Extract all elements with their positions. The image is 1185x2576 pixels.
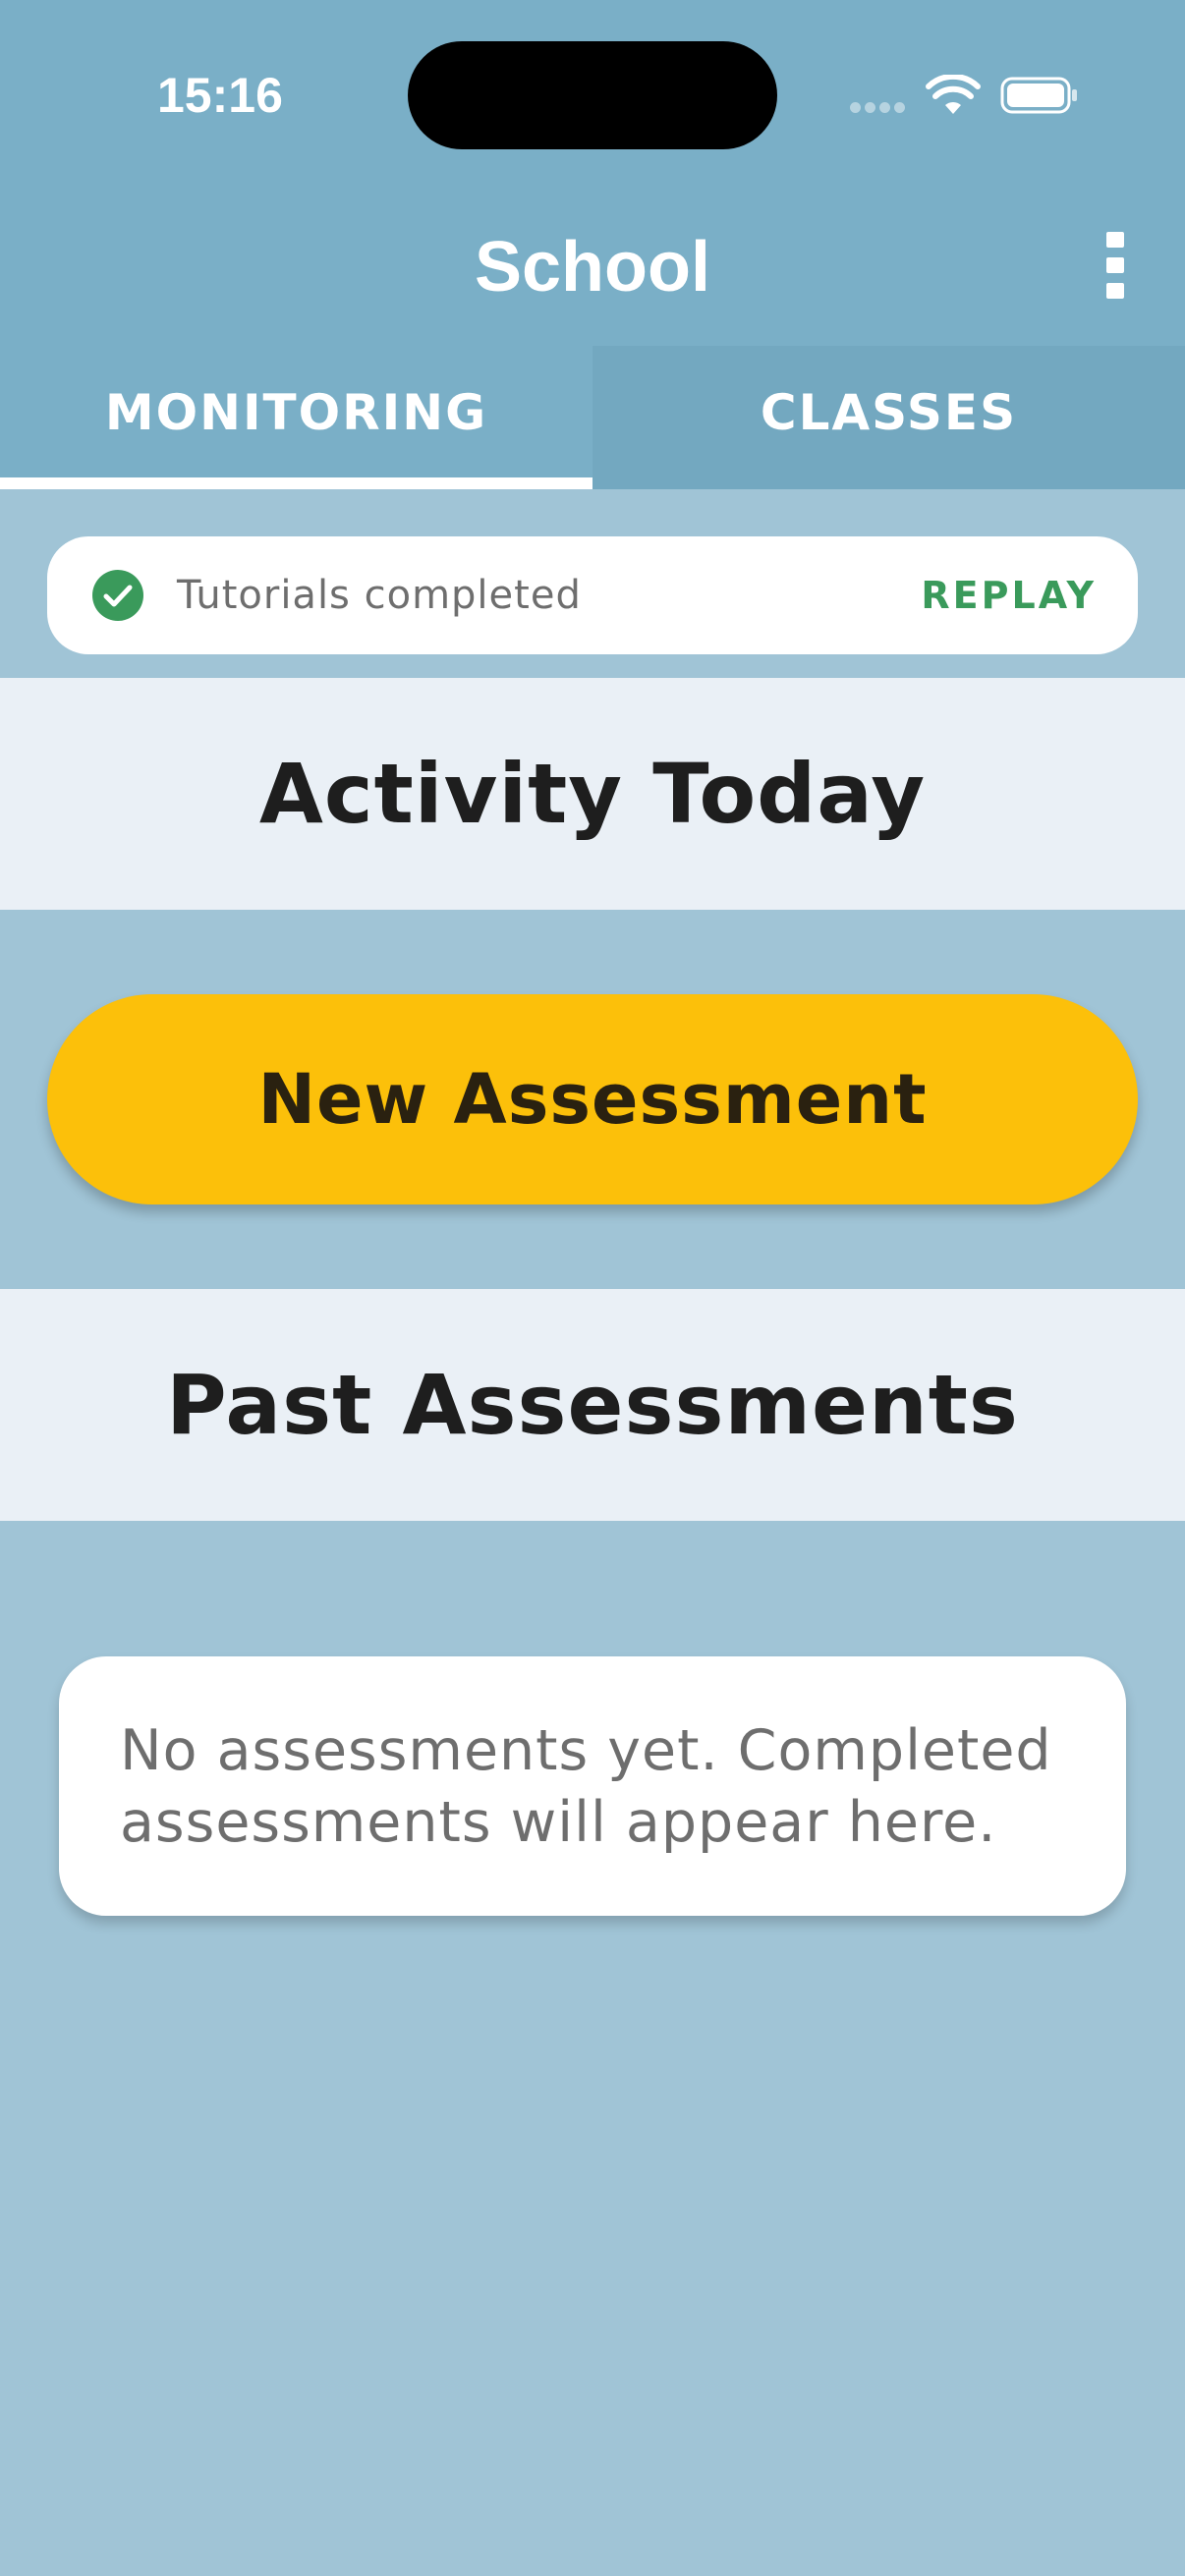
past-assessments-heading: Past Assessments: [0, 1289, 1185, 1521]
check-circle-icon: [92, 570, 143, 621]
tab-classes[interactable]: CLASSES: [592, 346, 1185, 489]
more-vertical-icon[interactable]: [1100, 232, 1130, 299]
tutorial-banner: Tutorials completed REPLAY: [47, 536, 1138, 654]
empty-state-card: No assessments yet. Completed assessment…: [59, 1656, 1126, 1916]
wifi-icon: [926, 75, 981, 114]
replay-button[interactable]: REPLAY: [921, 536, 1097, 654]
tab-monitoring[interactable]: MONITORING: [0, 346, 592, 489]
status-time: 15:16: [157, 68, 283, 123]
app-header: 15:16 School MONITORING CLASSES: [0, 0, 1185, 489]
activity-today-heading: Activity Today: [0, 678, 1185, 910]
signal-icon: [850, 102, 907, 114]
app-title: School: [474, 228, 710, 307]
tutorial-status-text: Tutorials completed: [177, 573, 582, 618]
empty-state-message: No assessments yet. Completed assessment…: [120, 1718, 1052, 1855]
tab-selected-indicator: [0, 477, 592, 489]
dynamic-island: [408, 41, 777, 149]
new-assessment-button[interactable]: New Assessment: [47, 994, 1138, 1204]
battery-icon: [1000, 77, 1077, 114]
